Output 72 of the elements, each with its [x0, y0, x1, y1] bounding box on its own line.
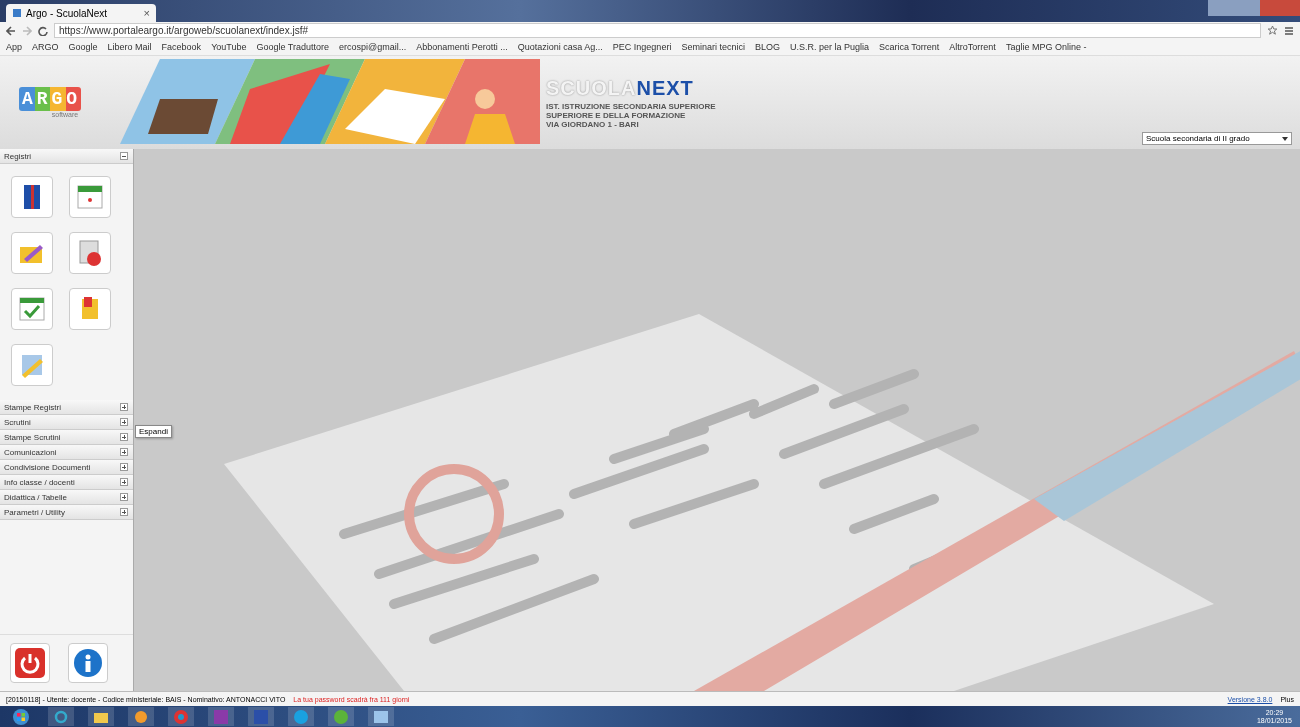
bookmark-link[interactable]: AltroTorrent: [949, 42, 996, 52]
bookmark-link[interactable]: PEC Ingegneri: [612, 42, 672, 52]
register-button[interactable]: [11, 176, 53, 218]
page-icon: [12, 8, 22, 18]
bookmark-link[interactable]: YouTube: [211, 42, 247, 52]
tooltip: Espandi: [135, 425, 172, 438]
section-title: Stampe Registri: [4, 402, 61, 412]
section-title: Comunicazioni: [4, 447, 57, 457]
tab-close-button[interactable]: ×: [143, 7, 150, 19]
reload-icon[interactable]: [38, 25, 48, 36]
menu-section-header[interactable]: Info classe / docenti: [0, 475, 133, 490]
taskbar-app-button[interactable]: [128, 707, 154, 726]
bookmark-link[interactable]: Google Traduttore: [256, 42, 330, 52]
dropdown-arrow-icon: [1282, 136, 1288, 141]
taskbar-app-button[interactable]: [48, 707, 74, 726]
window-icon: [374, 710, 388, 723]
taskbar-app-button[interactable]: [168, 707, 194, 726]
tab-title: Argo - ScuolaNext: [26, 7, 109, 19]
section-title: Condivisione Documenti: [4, 462, 91, 472]
bookmark-link[interactable]: Seminari tecnici: [681, 42, 745, 52]
menu-section-header[interactable]: Parametri / Utility: [0, 505, 133, 520]
bookmark-link[interactable]: Libero Mail: [107, 42, 152, 52]
section-title: Registri: [4, 151, 32, 161]
info-icon: [73, 648, 103, 678]
register-button[interactable]: [11, 288, 53, 330]
school-info-text: IST. ISTRUZIONE SECONDARIA SUPERIORE: [546, 101, 716, 111]
bookmark-link[interactable]: U.S.R. per la Puglia: [789, 42, 869, 52]
logout-button[interactable]: [10, 643, 50, 683]
bookmark-link[interactable]: ercospi@gmail...: [339, 42, 407, 52]
bookmark-link[interactable]: ARGO: [32, 42, 59, 52]
bookmark-link[interactable]: App: [6, 42, 22, 52]
bookmark-link[interactable]: BLOG: [754, 42, 780, 52]
section-title: Didattica / Tabelle: [4, 492, 67, 502]
star-icon[interactable]: [1267, 25, 1278, 36]
school-info-text: VIA GIORDANO 1 - BARI: [546, 119, 640, 129]
register-button[interactable]: [11, 232, 53, 274]
bookmark-link[interactable]: Taglie MPG Online -: [1005, 42, 1087, 52]
address-field[interactable]: https://www.portaleargo.it/argoweb/scuolanext/index.jsf#: [54, 23, 1261, 38]
argo-logo: ARGO: [18, 87, 82, 111]
info-button[interactable]: [68, 643, 108, 683]
register-button[interactable]: [69, 176, 111, 218]
bookmark-link[interactable]: Facebook: [161, 42, 202, 52]
bookmark-link[interactable]: Quotazioni casa Ag...: [517, 42, 603, 52]
register-button[interactable]: [69, 232, 111, 274]
bookmark-link[interactable]: Abbonamenti Perotti ...: [416, 42, 508, 52]
menu-section-header[interactable]: Didattica / Tabelle: [0, 490, 133, 505]
back-icon[interactable]: [6, 25, 16, 36]
menu-section-header[interactable]: Scrutini: [0, 415, 133, 430]
school-level-dropdown[interactable]: Scuola secondaria di II grado: [1142, 132, 1292, 145]
menu-section-header[interactable]: Comunicazioni: [0, 445, 133, 460]
section-title: Stampe Scrutini: [4, 432, 61, 442]
folder-icon: [94, 710, 108, 723]
bookmark-link[interactable]: Google: [68, 42, 98, 52]
taskbar-app-button[interactable]: [368, 707, 394, 726]
taskbar-app-button[interactable]: [288, 707, 314, 726]
menu-section-header[interactable]: Stampe Scrutini: [0, 430, 133, 445]
power-icon: [15, 648, 45, 678]
bookmark-link[interactable]: Scarica Torrent: [879, 42, 940, 52]
section-title: Scrutini: [4, 417, 31, 427]
windows-logo-icon: [13, 708, 29, 725]
school-info-text: SUPERIORE E DELLA FORMAZIONE: [546, 110, 687, 120]
register-button[interactable]: [69, 288, 111, 330]
product-name: NEXT: [636, 76, 694, 99]
menu-section-header[interactable]: Stampe Registri: [0, 400, 133, 415]
menu-section-header[interactable]: Registri: [0, 149, 133, 164]
menu-icon[interactable]: [1284, 25, 1294, 36]
menu-section-header[interactable]: Condivisione Documenti: [0, 460, 133, 475]
section-title: Parametri / Utility: [4, 507, 65, 517]
section-title: Info classe / docenti: [4, 477, 75, 487]
taskbar-app-button[interactable]: [328, 707, 354, 726]
browser-tab[interactable]: Argo - ScuolaNext ×: [6, 4, 156, 22]
taskbar-app-button[interactable]: [88, 707, 114, 726]
